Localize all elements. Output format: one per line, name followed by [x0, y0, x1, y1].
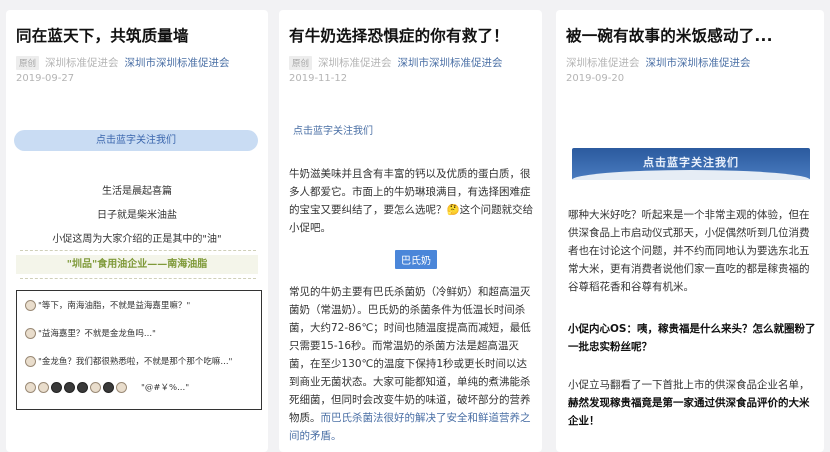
avatar-face-icon	[25, 355, 36, 367]
account-link[interactable]: 深圳市深圳标准促进会	[646, 55, 751, 70]
publish-date: 2019-11-12	[289, 73, 348, 84]
intro-line: 小促这周为大家介绍的正是其中的"油"	[52, 234, 222, 245]
account-link[interactable]: 深圳市深圳标准促进会	[398, 55, 503, 70]
follow-link[interactable]: 点击蓝字关注我们	[293, 122, 373, 137]
avatar-face-icon	[25, 381, 36, 393]
chat-line: "@#￥%..."	[25, 381, 189, 393]
article-paragraph: 哪种大米好吃？听起来是一个非常主观的体验，但在供深食品上市启动仪式那天，小促偶然…	[568, 209, 810, 293]
intro-line: 日子就是柴米油盐	[97, 210, 177, 221]
original-tag: 原创	[16, 55, 40, 70]
publish-date: 2019-09-27	[16, 73, 75, 84]
divider	[20, 278, 256, 279]
intro-line: 生活是晨起喜篇	[102, 186, 172, 197]
publish-date: 2019-09-20	[566, 73, 625, 84]
section-tag: 巴氏奶	[395, 250, 437, 269]
article-meta: 原创 深圳标准促进会 深圳市深圳标准促进会	[16, 55, 230, 70]
follow-banner[interactable]: 点击蓝字关注我们	[572, 148, 810, 180]
avatar-face-icon	[38, 381, 49, 393]
avatar-face-icon	[64, 381, 75, 393]
article-title[interactable]: 有牛奶选择恐惧症的你有救了！	[289, 24, 509, 46]
chat-line: "等下，南海油脂，不就是益海嘉里嘛？"	[25, 299, 190, 311]
account-link[interactable]: 深圳市深圳标准促进会	[125, 55, 230, 70]
chat-line: "金龙鱼？我们都很熟悉啦，不就是那个那个吃嘛..."	[25, 355, 232, 367]
avatar-face-icon	[51, 381, 62, 393]
article-title[interactable]: 被一碗有故事的米饭感动了...	[566, 24, 773, 46]
follow-banner[interactable]: 点击蓝字关注我们	[14, 130, 258, 151]
chat-illustration: "等下，南海油脂，不就是益海嘉里嘛？" "益海嘉里？不就是金龙鱼吗..." "金…	[16, 290, 262, 410]
avatar-face-icon	[77, 381, 88, 393]
article-meta: 深圳标准促进会 深圳市深圳标准促进会	[566, 55, 751, 70]
article-card-2[interactable]: 有牛奶选择恐惧症的你有救了！ 原创 深圳标准促进会 深圳市深圳标准促进会 201…	[279, 10, 542, 452]
author-name: 深圳标准促进会	[566, 57, 640, 69]
avatar-face-icon	[116, 381, 127, 393]
chat-line: "益海嘉里？不就是金龙鱼吗..."	[25, 327, 156, 339]
article-meta: 原创 深圳标准促进会 深圳市深圳标准促进会	[289, 55, 503, 70]
article-title[interactable]: 同在蓝天下，共筑质量墙	[16, 24, 189, 46]
avatar-face-icon	[90, 381, 101, 393]
author-name: 深圳标准促进会	[318, 57, 392, 69]
article-paragraph: 常见的牛奶主要有巴氏杀菌奶（冷鲜奶）和超高温灭菌奶（常温奶）。巴氏奶的杀菌条件为…	[289, 286, 531, 442]
avatar-face-icon	[25, 327, 36, 339]
avatar-face-icon	[103, 381, 114, 393]
article-paragraph: 小促立马翻看了一下首批上市的供深食品企业名单，赫然发现稼贵福竟是第一家通过供深食…	[568, 379, 810, 427]
highlight-heading: "圳品"食用油企业——南海油脂	[16, 255, 258, 274]
author-name: 深圳标准促进会	[45, 57, 119, 69]
article-paragraph: 牛奶滋美味并且含有丰富的钙以及优质的蛋白质，很多人都爱它。市面上的牛奶琳琅满目，…	[289, 168, 534, 234]
snow-decoration	[572, 170, 810, 180]
highlight-text: 而巴氏杀菌法很好的解决了安全和鲜道营养之间的矛盾。	[289, 412, 531, 442]
article-card-1[interactable]: 同在蓝天下，共筑质量墙 原创 深圳标准促进会 深圳市深圳标准促进会 2019-0…	[6, 10, 268, 452]
article-paragraph: 小促内心OS：咦，稼贵福是什么来头？怎么就圈粉了一批忠实粉丝呢？	[568, 323, 816, 353]
original-tag: 原创	[289, 55, 313, 70]
article-card-3[interactable]: 被一碗有故事的米饭感动了... 深圳标准促进会 深圳市深圳标准促进会 2019-…	[556, 10, 824, 452]
divider	[20, 250, 256, 251]
avatar-face-icon	[25, 299, 36, 311]
